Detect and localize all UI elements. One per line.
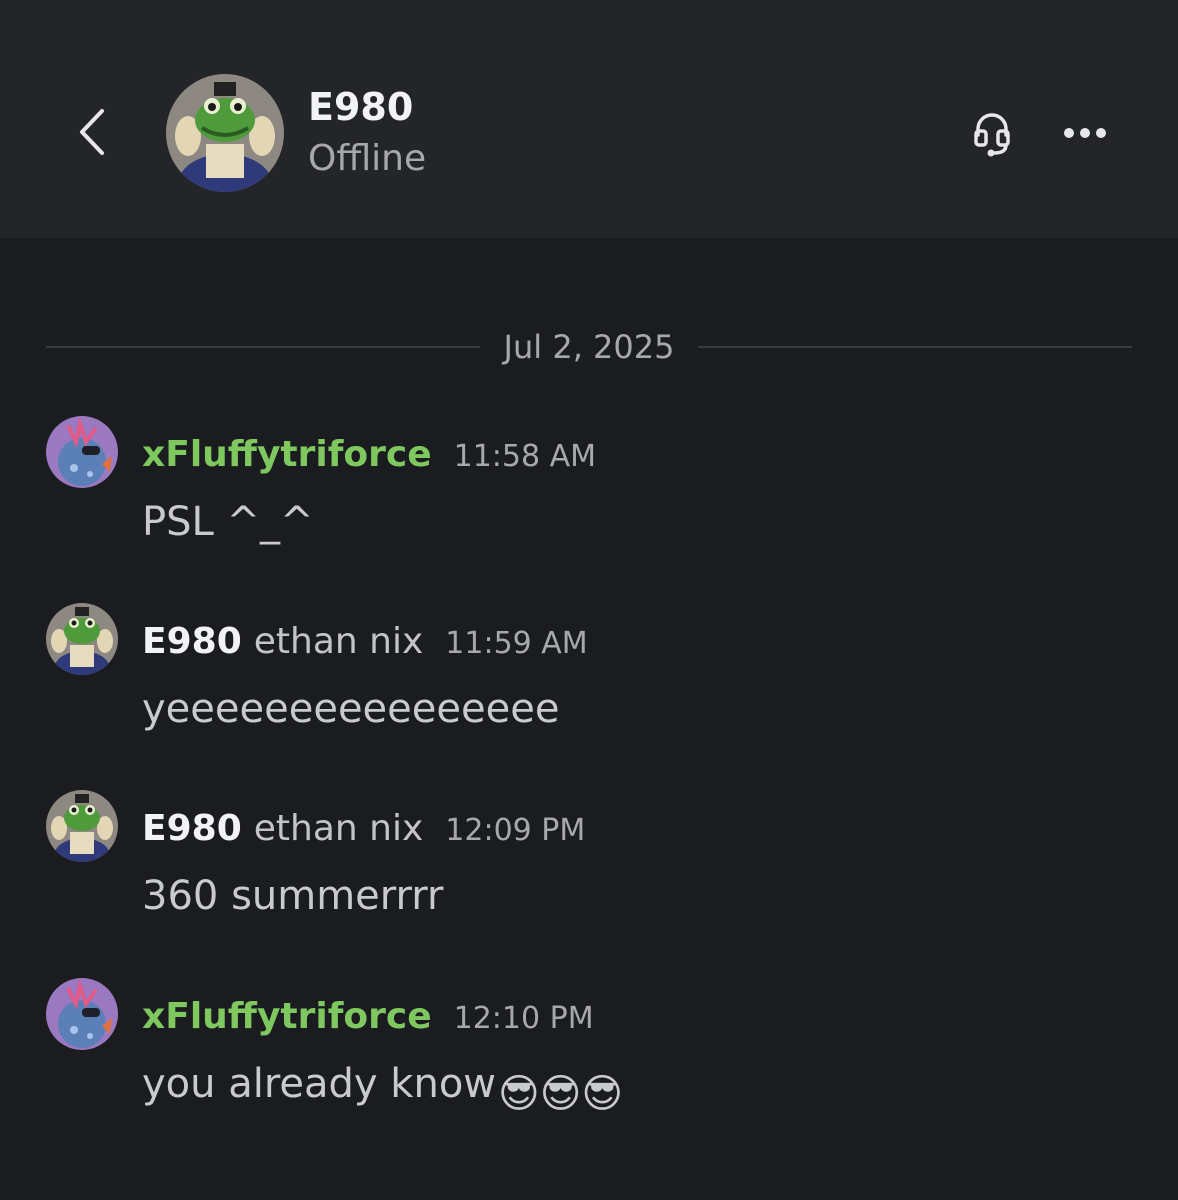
avatar[interactable] — [46, 790, 118, 862]
message-meta: xFluffytriforce 11:58 AM — [142, 434, 596, 484]
message-text: PSL ^_^ — [142, 499, 314, 545]
date-divider: Jul 2, 2025 — [46, 324, 1133, 370]
contact-status: Offline — [308, 138, 427, 179]
message-author[interactable]: xFluffytriforce — [142, 434, 432, 475]
message-text-content: you already know — [142, 1061, 497, 1107]
chat-header: E980 Offline — [0, 0, 1178, 238]
message-item[interactable]: xFluffytriforce 11:58 AM PSL ^_^ — [46, 416, 1136, 566]
message-author[interactable]: E980 — [142, 621, 242, 662]
contact-avatar[interactable] — [166, 74, 284, 192]
more-options-button[interactable] — [1054, 104, 1116, 162]
message-item[interactable]: xFluffytriforce 12:10 PM you already kno… — [46, 978, 1136, 1128]
divider-line-right — [698, 346, 1133, 348]
message-author[interactable]: xFluffytriforce — [142, 996, 432, 1037]
message-author-nickname[interactable]: ethan nix — [254, 621, 424, 662]
contact-name: E980 — [308, 85, 414, 129]
divider-line-left — [46, 346, 480, 348]
message-author-nickname[interactable]: ethan nix — [254, 808, 424, 849]
headset-call-icon — [974, 113, 1010, 157]
date-label: Jul 2, 2025 — [503, 328, 675, 366]
message-timestamp: 12:10 PM — [453, 1001, 594, 1036]
message-text: you already know😎😎😎 — [142, 1058, 623, 1120]
message-meta: E980 ethan nix 11:59 AM — [142, 621, 588, 671]
message-timestamp: 12:09 PM — [445, 813, 586, 848]
message-meta: xFluffytriforce 12:10 PM — [142, 996, 594, 1046]
back-button[interactable] — [66, 100, 116, 164]
sunglasses-emoji: 😎😎😎 — [498, 1071, 624, 1117]
chevron-left-icon — [80, 109, 104, 155]
message-item[interactable]: E980 ethan nix 12:09 PM 360 summerrrr — [46, 790, 1136, 940]
message-timestamp: 11:59 AM — [445, 626, 588, 661]
avatar[interactable] — [46, 416, 118, 488]
avatar[interactable] — [46, 978, 118, 1050]
message-meta: E980 ethan nix 12:09 PM — [142, 808, 585, 858]
message-item[interactable]: E980 ethan nix 11:59 AM yeeeeeeeeeeeeeee… — [46, 603, 1136, 753]
more-dots-icon — [1064, 128, 1106, 138]
avatar[interactable] — [46, 603, 118, 675]
message-author[interactable]: E980 — [142, 808, 242, 849]
message-timestamp: 11:58 AM — [453, 439, 597, 474]
voice-call-button[interactable] — [962, 104, 1022, 164]
message-text: 360 summerrrr — [142, 873, 444, 919]
message-text: yeeeeeeeeeeeeeeee — [142, 686, 560, 732]
